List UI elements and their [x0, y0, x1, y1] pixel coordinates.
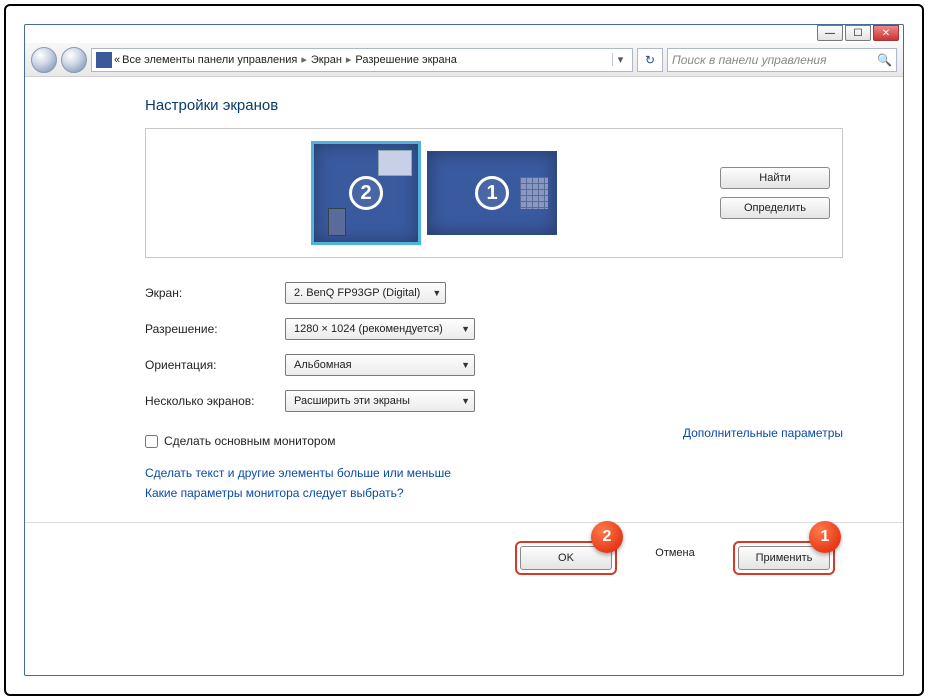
monitor-decoration-icon [520, 177, 548, 209]
maximize-button[interactable]: ☐ [845, 25, 871, 41]
divider [25, 522, 903, 523]
minimize-button[interactable]: — [817, 25, 843, 41]
chevron-right-icon: ▸ [299, 53, 309, 66]
resolution-select[interactable]: 1280 × 1024 (рекомендуется) ▼ [285, 318, 475, 340]
identify-button[interactable]: Определить [720, 197, 830, 219]
close-button[interactable]: ✕ [873, 25, 899, 41]
page-title: Настройки экранов [145, 97, 843, 114]
screen-label: Экран: [145, 286, 285, 300]
chevron-down-icon: ▼ [457, 360, 470, 370]
nav-forward-button[interactable] [61, 47, 87, 73]
find-button[interactable]: Найти [720, 167, 830, 189]
control-panel-icon [96, 52, 112, 68]
monitor-number: 2 [349, 176, 383, 210]
chevron-right-icon: ▸ [344, 53, 354, 66]
breadcrumb[interactable]: « Все элементы панели управления ▸ Экран… [91, 48, 633, 72]
monitor-decoration-icon [378, 150, 412, 176]
display-preview: 2 1 Найти Определить [145, 128, 843, 258]
cancel-button[interactable]: Отмена [629, 541, 721, 565]
search-placeholder: Поиск в панели управления [672, 53, 827, 67]
annotation-badge: 2 [591, 521, 623, 553]
multiple-displays-label: Несколько экранов: [145, 394, 285, 408]
resolution-label: Разрешение: [145, 322, 285, 336]
monitor-number: 1 [475, 176, 509, 210]
breadcrumb-dropdown-icon[interactable]: ▾ [612, 53, 628, 66]
breadcrumb-item[interactable]: Все элементы панели управления [122, 54, 297, 66]
chevron-down-icon: ▼ [428, 288, 441, 298]
nav-back-button[interactable] [31, 47, 57, 73]
breadcrumb-item[interactable]: Разрешение экрана [355, 54, 456, 66]
annotation-highlight: OK 2 [515, 541, 617, 575]
monitor-1[interactable]: 1 [427, 151, 557, 235]
multiple-displays-select[interactable]: Расширить эти экраны ▼ [285, 390, 475, 412]
chevron-down-icon: ▼ [457, 396, 470, 406]
breadcrumb-item[interactable]: Экран [311, 54, 342, 66]
annotation-badge: 1 [809, 521, 841, 553]
advanced-settings-link[interactable]: Дополнительные параметры [683, 426, 843, 440]
which-settings-link[interactable]: Какие параметры монитора следует выбрать… [145, 486, 404, 500]
refresh-button[interactable]: ↻ [637, 48, 663, 72]
make-primary-checkbox[interactable] [145, 435, 158, 448]
orientation-label: Ориентация: [145, 358, 285, 372]
text-size-link[interactable]: Сделать текст и другие элементы больше и… [145, 466, 451, 480]
breadcrumb-prefix: « [114, 54, 120, 66]
search-icon: 🔍 [877, 53, 892, 67]
monitor-decoration-icon [328, 208, 346, 236]
monitor-2[interactable]: 2 [311, 141, 421, 245]
chevron-down-icon: ▼ [457, 324, 470, 334]
make-primary-label: Сделать основным монитором [164, 434, 336, 448]
orientation-select[interactable]: Альбомная ▼ [285, 354, 475, 376]
annotation-highlight: Применить 1 [733, 541, 835, 575]
search-input[interactable]: Поиск в панели управления 🔍 [667, 48, 897, 72]
screen-select[interactable]: 2. BenQ FP93GP (Digital) ▼ [285, 282, 446, 304]
